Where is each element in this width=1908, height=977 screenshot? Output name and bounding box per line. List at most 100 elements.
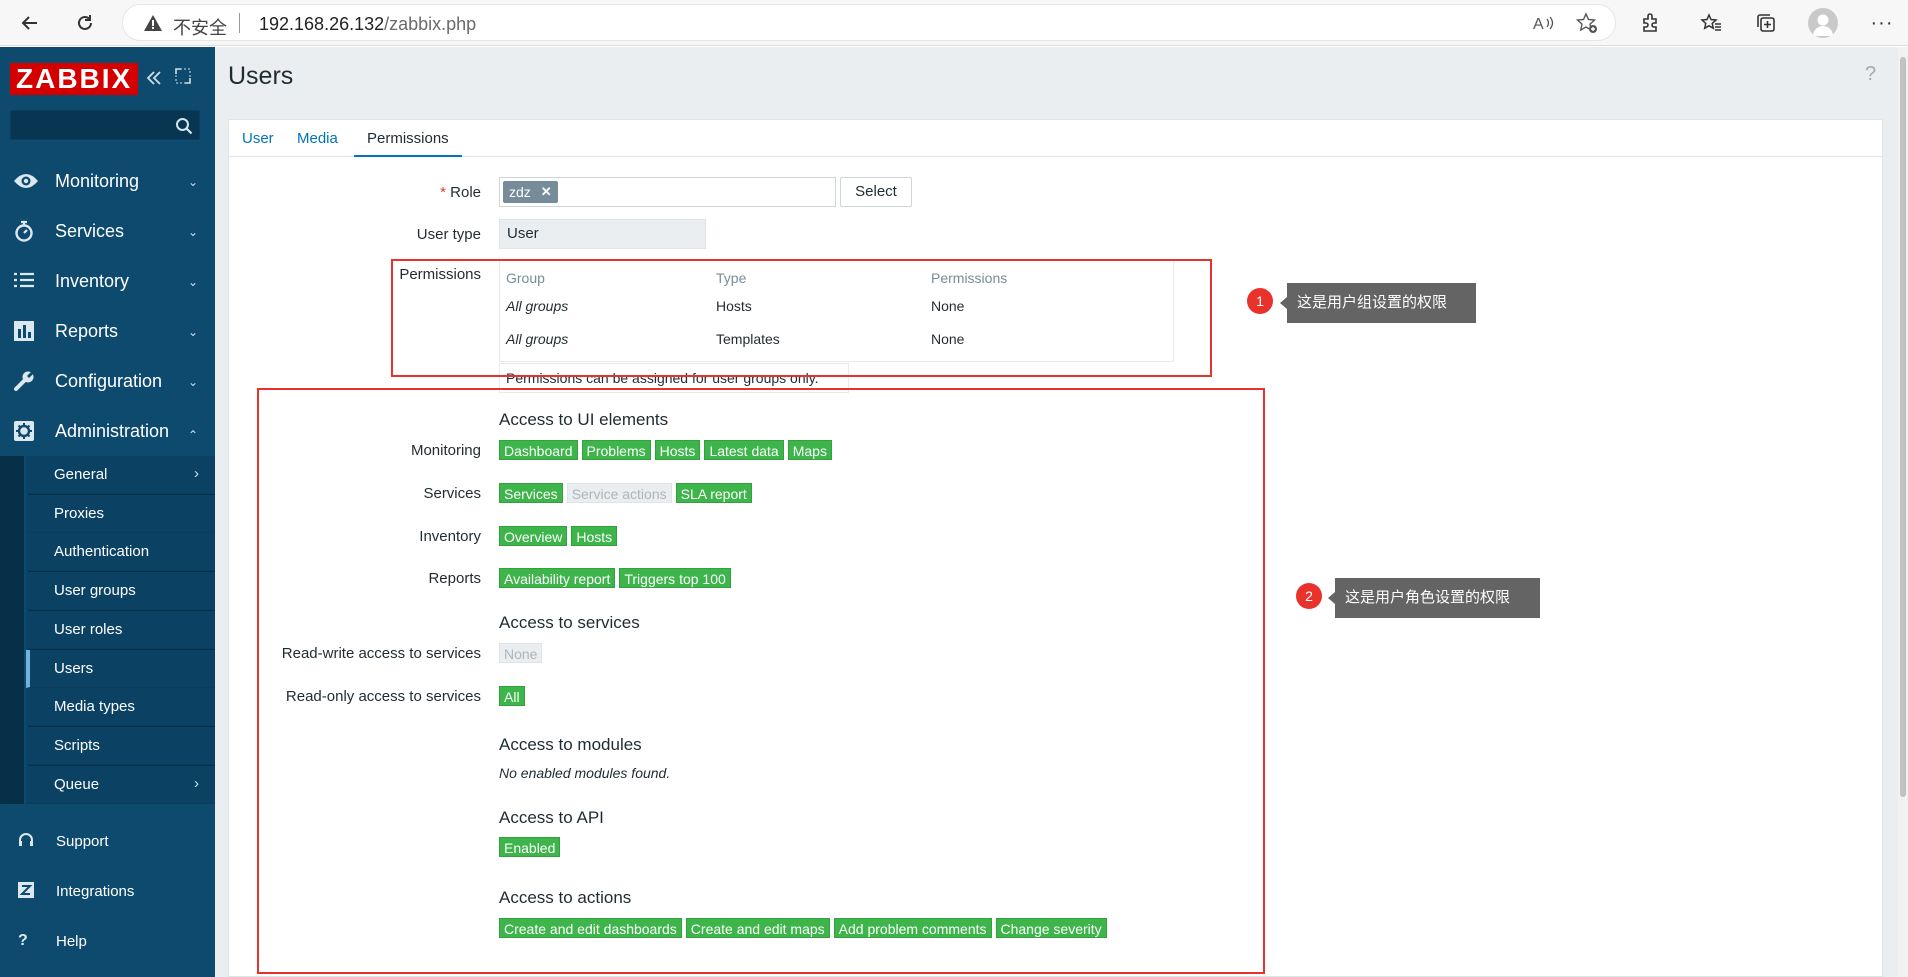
submenu-item-general[interactable]: General › xyxy=(26,456,215,494)
search-icon[interactable] xyxy=(175,117,193,135)
favorites-icon[interactable] xyxy=(1695,7,1727,39)
sidebar: ZABBIX Monitoring ⌄ Services ⌄ Inventory… xyxy=(0,47,215,977)
role-multiselect[interactable]: zdz ✕ xyxy=(499,177,836,207)
tab-permissions[interactable]: Permissions xyxy=(354,120,462,158)
bar-chart-icon xyxy=(13,320,37,342)
footer-label: Help xyxy=(56,933,87,950)
read-aloud-icon[interactable]: A xyxy=(1531,11,1555,35)
footer-integrations[interactable]: Integrations xyxy=(0,870,215,914)
help-icon[interactable]: ? xyxy=(1865,63,1876,86)
reload-icon[interactable] xyxy=(69,7,101,39)
footer-help[interactable]: ? Help xyxy=(0,920,215,964)
required-asterisk: * xyxy=(440,184,446,201)
page-title: Users xyxy=(228,62,294,90)
role-label: * Role xyxy=(440,184,481,201)
role-label-text: Role xyxy=(450,184,481,201)
z-icon xyxy=(18,882,34,898)
submenu-item-proxies[interactable]: Proxies xyxy=(26,494,215,533)
menu-label: Administration xyxy=(55,421,170,441)
role-chip: zdz ✕ xyxy=(503,181,558,203)
chevron-down-icon: ⌄ xyxy=(188,225,199,239)
annotation-box-1 xyxy=(391,259,1212,377)
footer-label: Support xyxy=(56,833,109,850)
address-separator xyxy=(239,13,240,33)
chevron-right-icon: › xyxy=(194,774,199,792)
sidebar-search-input[interactable] xyxy=(10,110,200,140)
usertype-field: User xyxy=(499,219,706,249)
role-chip-text: zdz xyxy=(509,184,531,200)
more-menu-icon[interactable]: ··· xyxy=(1866,7,1898,39)
list-icon xyxy=(13,270,37,292)
chevron-right-icon: › xyxy=(194,465,199,482)
collapse-sidebar-icon[interactable] xyxy=(145,69,163,87)
menu-administration[interactable]: Administration ⌃ xyxy=(0,406,215,456)
submenu-label: Scripts xyxy=(54,736,100,754)
question-icon: ? xyxy=(18,932,28,949)
extensions-icon[interactable] xyxy=(1635,7,1667,39)
menu-label: Reports xyxy=(55,321,119,341)
submenu-label: Proxies xyxy=(54,504,105,522)
submenu-item-queue[interactable]: Queue › xyxy=(26,765,215,804)
zabbix-logo[interactable]: ZABBIX xyxy=(10,63,139,95)
menu-reports[interactable]: Reports ⌄ xyxy=(0,306,215,356)
annotation-badge-2: 2 xyxy=(1296,583,1322,609)
submenu-label: General xyxy=(54,466,108,483)
chevron-down-icon: ⌄ xyxy=(188,375,199,389)
browser-toolbar: 不安全 192.168.26.132/zabbix.php A ··· xyxy=(0,0,1908,46)
url-text: 192.168.26.132/zabbix.php xyxy=(259,14,476,35)
gear-icon xyxy=(13,420,37,442)
url-host: 192.168.26.132 xyxy=(259,14,385,34)
menu-configuration[interactable]: Configuration ⌄ xyxy=(0,356,215,406)
submenu-label: User roles xyxy=(54,620,123,638)
kiosk-mode-icon[interactable] xyxy=(174,67,192,85)
remove-role-icon[interactable]: ✕ xyxy=(541,184,552,200)
administration-submenu: General › Proxies Authentication User gro… xyxy=(0,456,215,804)
stopwatch-icon xyxy=(13,220,37,242)
warning-triangle-icon xyxy=(143,14,163,32)
submenu-label: User groups xyxy=(54,582,136,600)
svg-text:A: A xyxy=(1533,16,1544,33)
menu-label: Configuration xyxy=(55,371,163,391)
submenu-label: Queue xyxy=(54,775,100,793)
submenu-item-users[interactable]: Users xyxy=(26,649,215,688)
submenu-label: Media types xyxy=(54,698,135,716)
chevron-down-icon: ⌄ xyxy=(188,175,199,189)
eye-icon xyxy=(13,170,38,192)
submenu-item-media-types[interactable]: Media types xyxy=(26,688,215,727)
scrollbar-thumb[interactable] xyxy=(1900,57,1906,797)
tab-user[interactable]: User xyxy=(229,120,287,158)
wrench-icon xyxy=(13,370,37,392)
usertype-label: User type xyxy=(416,226,481,243)
url-path: /zabbix.php xyxy=(384,14,477,34)
collections-icon[interactable] xyxy=(1750,7,1782,39)
annotation-callout-2: 这是用户角色设置的权限 xyxy=(1328,578,1540,618)
annotation-callout-1: 这是用户组设置的权限 xyxy=(1280,283,1476,323)
submenu-label: Users xyxy=(54,659,94,677)
submenu-item-user-roles[interactable]: User roles xyxy=(26,610,215,649)
tab-media[interactable]: Media xyxy=(284,120,351,158)
profile-avatar[interactable] xyxy=(1808,8,1838,38)
headset-icon xyxy=(18,832,34,848)
chevron-up-icon: ⌃ xyxy=(188,428,199,442)
submenu-item-authentication[interactable]: Authentication xyxy=(26,533,215,572)
tab-bar: User Media Permissions xyxy=(228,119,1883,158)
address-bar[interactable]: 不安全 192.168.26.132/zabbix.php A xyxy=(122,4,1616,41)
menu-services[interactable]: Services ⌄ xyxy=(0,206,215,256)
submenu-label: Authentication xyxy=(54,543,150,561)
annotation-badge-1: 1 xyxy=(1247,288,1273,314)
menu-monitoring[interactable]: Monitoring ⌄ xyxy=(0,156,215,206)
insecure-label: 不安全 xyxy=(173,18,227,38)
chevron-down-icon: ⌄ xyxy=(188,325,199,339)
add-favorite-icon[interactable] xyxy=(1575,11,1599,35)
annotation-box-2 xyxy=(257,388,1265,974)
footer-label: Integrations xyxy=(56,883,135,900)
menu-label: Services xyxy=(55,221,125,241)
chevron-down-icon: ⌄ xyxy=(188,275,199,289)
menu-inventory[interactable]: Inventory ⌄ xyxy=(0,256,215,306)
back-arrow-icon[interactable] xyxy=(14,7,46,39)
menu-label: Inventory xyxy=(55,271,130,291)
footer-support[interactable]: Support xyxy=(0,820,215,864)
select-role-button[interactable]: Select xyxy=(840,177,912,207)
submenu-item-scripts[interactable]: Scripts xyxy=(26,726,215,765)
submenu-item-user-groups[interactable]: User groups xyxy=(26,572,215,611)
